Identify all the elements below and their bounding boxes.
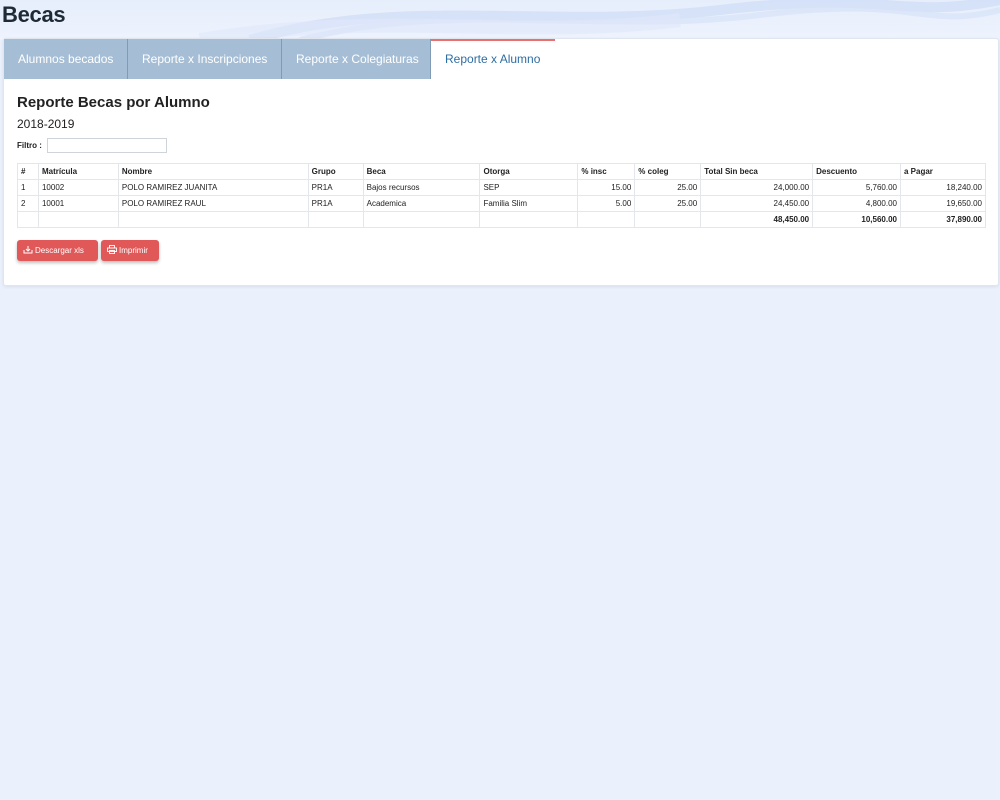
col-header-beca[interactable]: Beca	[362, 163, 481, 180]
cell-empty	[37, 211, 119, 228]
report-title: Reporte Becas por Alumno	[17, 94, 210, 111]
cell-num: 1	[17, 179, 39, 196]
cell-grupo: PR1A	[307, 179, 364, 196]
cell-pct-insc: 5.00	[577, 195, 636, 212]
cell-empty	[17, 211, 39, 228]
totals-row: 48,450.00 10,560.00 37,890.00	[17, 211, 986, 228]
cell-beca: Bajos recursos	[362, 179, 481, 196]
printer-icon	[107, 245, 117, 254]
col-header-nombre[interactable]: Nombre	[117, 163, 309, 180]
col-header-pct-coleg[interactable]: % coleg	[634, 163, 702, 180]
cell-empty	[307, 211, 364, 228]
total-sin-beca: 48,450.00	[700, 211, 814, 228]
cell-matricula: 10002	[37, 179, 119, 196]
cell-total-sin-beca: 24,000.00	[700, 179, 814, 196]
cell-num: 2	[17, 195, 39, 212]
print-label: Imprimir	[119, 246, 148, 255]
col-header-a-pagar[interactable]: a Pagar	[900, 163, 986, 180]
page-title: Becas	[2, 2, 66, 27]
col-header-otorga[interactable]: Otorga	[479, 163, 579, 180]
table-row: 1 10002 POLO RAMIREZ JUANITA PR1A Bajos …	[17, 179, 986, 196]
header-background	[0, 0, 1000, 40]
cell-empty	[634, 211, 702, 228]
download-xls-label: Descargar xls	[35, 246, 84, 255]
cell-nombre: POLO RAMIREZ JUANITA	[117, 179, 309, 196]
cell-otorga: Familia Slim	[479, 195, 579, 212]
cell-otorga: SEP	[479, 179, 579, 196]
cell-grupo: PR1A	[307, 195, 364, 212]
total-descuento: 10,560.00	[812, 211, 901, 228]
col-header-num[interactable]: #	[17, 163, 39, 180]
cell-nombre: POLO RAMIREZ RAUL	[117, 195, 309, 212]
tab-reporte-alumno[interactable]: Reporte x Alumno	[431, 39, 555, 79]
col-header-pct-insc[interactable]: % insc	[577, 163, 636, 180]
tab-alumnos-becados[interactable]: Alumnos becados	[4, 39, 128, 79]
cell-descuento: 5,760.00	[812, 179, 901, 196]
cell-empty	[479, 211, 579, 228]
report-table: # Matrícula Nombre Grupo Beca Otorga % i…	[17, 163, 986, 228]
tab-bar: Alumnos becados Reporte x Inscripciones …	[4, 39, 555, 79]
table-header-row: # Matrícula Nombre Grupo Beca Otorga % i…	[17, 163, 986, 180]
report-panel: Alumnos becados Reporte x Inscripciones …	[3, 38, 999, 286]
cell-a-pagar: 18,240.00	[900, 179, 986, 196]
cell-matricula: 10001	[37, 195, 119, 212]
cell-beca: Academica	[362, 195, 481, 212]
col-header-descuento[interactable]: Descuento	[812, 163, 901, 180]
tab-reporte-inscripciones[interactable]: Reporte x Inscripciones	[128, 39, 282, 79]
filter-input[interactable]	[47, 138, 167, 153]
cell-descuento: 4,800.00	[812, 195, 901, 212]
cell-pct-coleg: 25.00	[634, 179, 702, 196]
cell-empty	[577, 211, 636, 228]
filter-label: Filtro :	[17, 141, 42, 150]
print-button[interactable]: Imprimir	[101, 240, 159, 261]
download-icon	[23, 246, 33, 254]
col-header-grupo[interactable]: Grupo	[307, 163, 364, 180]
table-row: 2 10001 POLO RAMIREZ RAUL PR1A Academica…	[17, 195, 986, 212]
cell-pct-coleg: 25.00	[634, 195, 702, 212]
col-header-matricula[interactable]: Matrícula	[37, 163, 119, 180]
cell-pct-insc: 15.00	[577, 179, 636, 196]
report-period: 2018-2019	[17, 117, 75, 131]
col-header-total-sin-beca[interactable]: Total Sin beca	[700, 163, 814, 180]
download-xls-button[interactable]: Descargar xls	[17, 240, 98, 261]
total-a-pagar: 37,890.00	[900, 211, 986, 228]
cell-empty	[117, 211, 309, 228]
cell-empty	[362, 211, 481, 228]
cell-total-sin-beca: 24,450.00	[700, 195, 814, 212]
cell-a-pagar: 19,650.00	[900, 195, 986, 212]
tab-reporte-colegiaturas[interactable]: Reporte x Colegiaturas	[282, 39, 431, 79]
